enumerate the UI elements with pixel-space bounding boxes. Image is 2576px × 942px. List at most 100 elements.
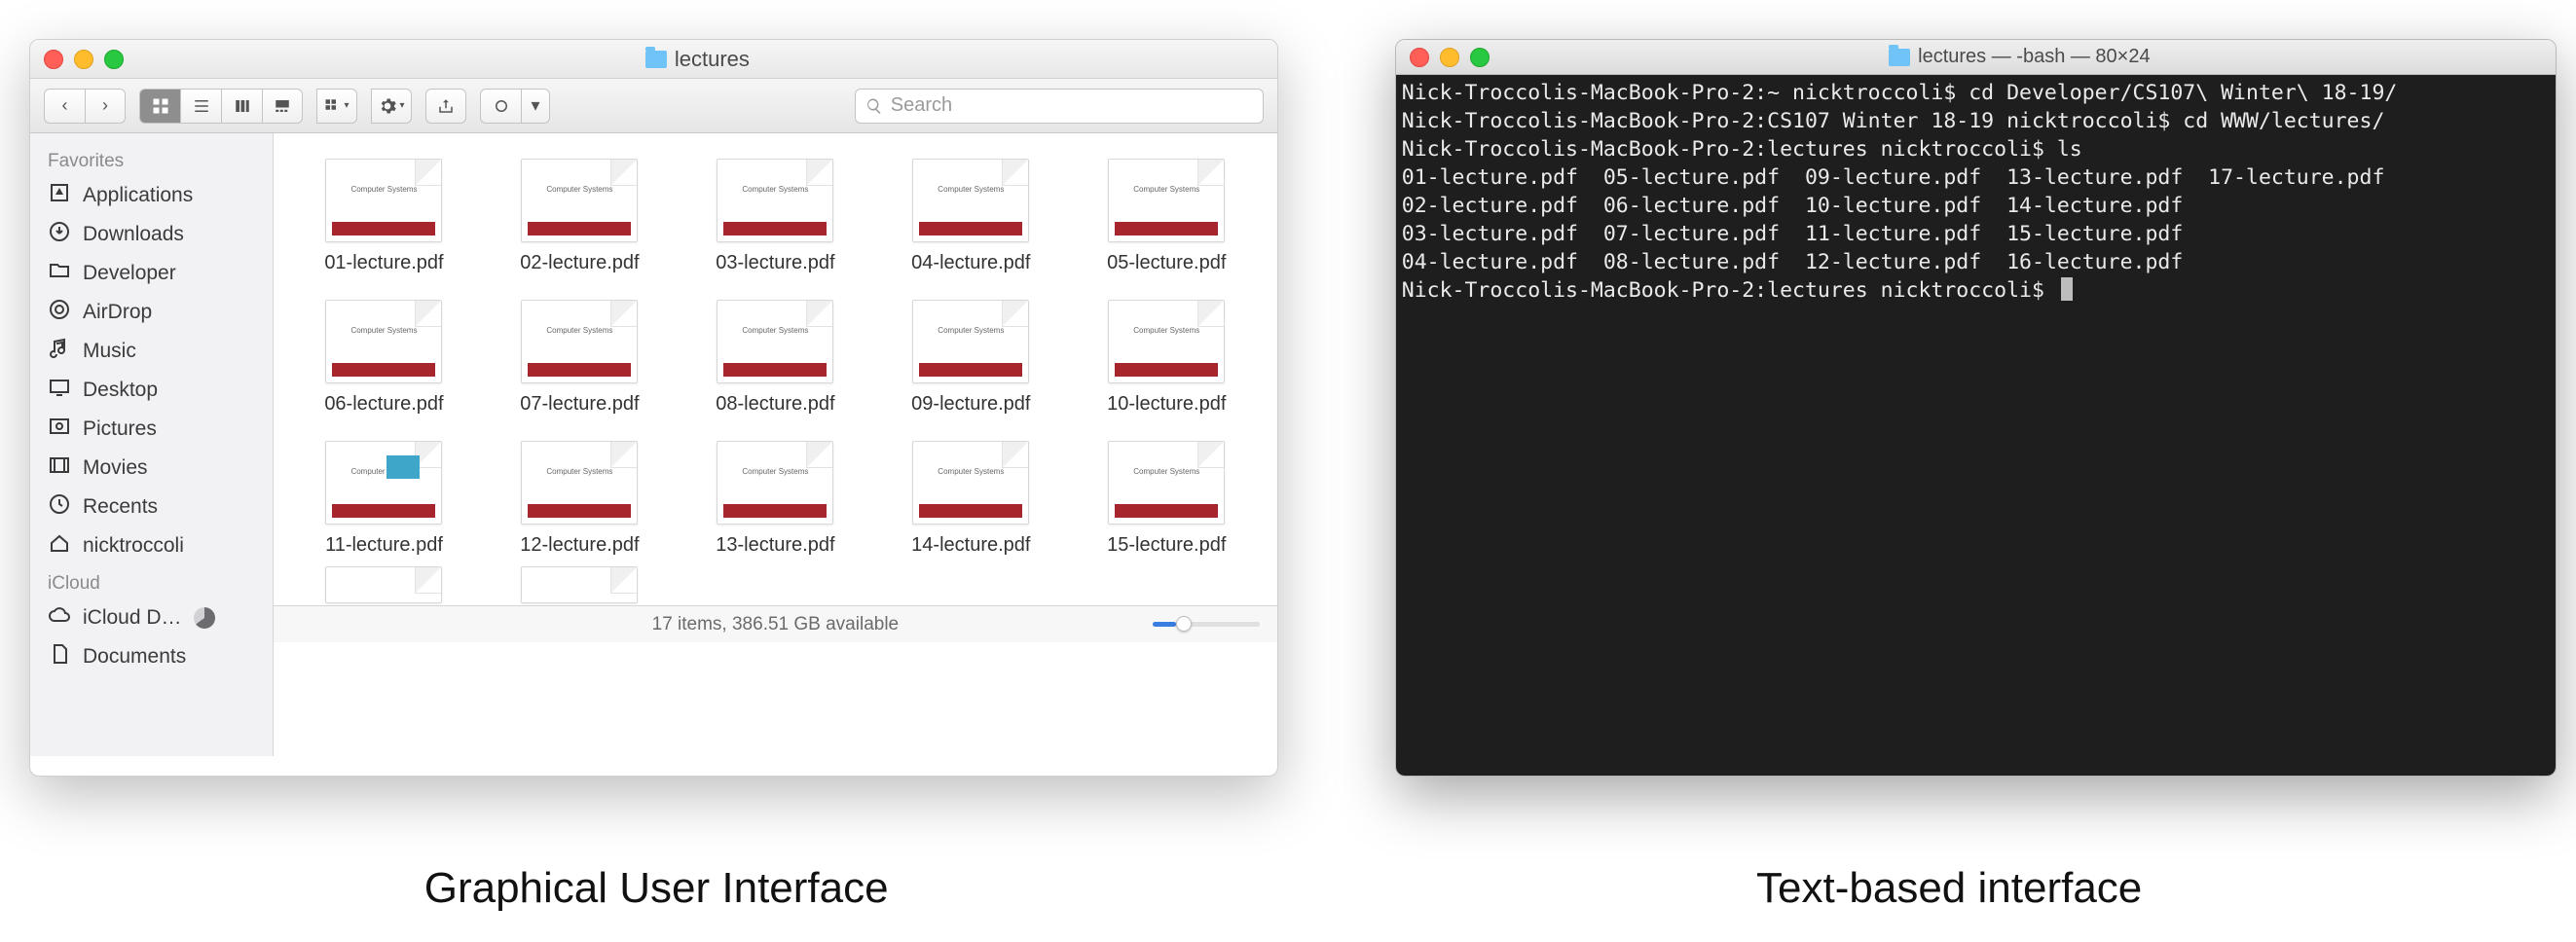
pdf-thumbnail-icon: Computer Systems <box>717 159 833 242</box>
file-item[interactable]: Computer Systems 13-lecture.pdf <box>694 441 857 557</box>
gear-icon <box>378 96 397 116</box>
file-item[interactable]: Computer Systems05-lecture.pdf <box>1086 159 1248 274</box>
status-bar: 17 items, 386.51 GB available <box>274 605 1277 642</box>
finder-window: lectures ‹ › <box>29 39 1278 777</box>
close-button[interactable] <box>1410 48 1429 67</box>
movies-icon <box>48 453 71 483</box>
caption-right: Text-based interface <box>1756 864 2142 913</box>
file-item[interactable]: Computer Systems06-lecture.pdf <box>303 300 465 416</box>
file-item[interactable]: Computer Systems10-lecture.pdf <box>1086 300 1248 416</box>
file-name: 11-lecture.pdf <box>325 534 443 557</box>
sidebar-item-label: Developer <box>83 262 176 285</box>
file-item[interactable]: Computer Systems 08-lecture.pdf <box>694 300 857 416</box>
pdf-thumbnail-icon: Computer Systems <box>325 441 442 525</box>
search-icon <box>865 97 883 115</box>
pictures-icon <box>48 415 71 444</box>
file-item[interactable]: Computer Systems04-lecture.pdf <box>890 159 1052 274</box>
file-name: 05-lecture.pdf <box>1107 252 1226 274</box>
airdrop-icon <box>48 298 71 327</box>
tags-button[interactable] <box>480 89 521 124</box>
view-column-button[interactable] <box>221 89 262 124</box>
file-name: 09-lecture.pdf <box>911 393 1030 416</box>
view-list-button[interactable] <box>180 89 221 124</box>
file-name: 08-lecture.pdf <box>716 393 834 416</box>
file-name: 13-lecture.pdf <box>716 534 834 557</box>
finder-titlebar: lectures <box>30 40 1277 79</box>
file-item[interactable]: Computer Systems02-lecture.pdf <box>498 159 661 274</box>
cloud-icon <box>48 603 71 633</box>
file-grid-area: Computer Systems01-lecture.pdf Computer S… <box>274 133 1277 756</box>
zoom-button[interactable] <box>1470 48 1490 67</box>
sidebar-item-documents[interactable]: Documents <box>30 637 273 676</box>
back-button[interactable]: ‹ <box>44 89 85 124</box>
file-item[interactable]: Computer Systems12-lecture.pdf <box>498 441 661 557</box>
sidebar-item-nicktroccoli[interactable]: nicktroccoli <box>30 526 273 565</box>
file-item[interactable] <box>303 566 465 605</box>
file-item[interactable]: Computer Systems 09-lecture.pdf <box>890 300 1052 416</box>
sidebar-item-label: Applications <box>83 184 193 207</box>
zoom-button[interactable] <box>104 50 124 69</box>
folder-icon <box>1889 49 1910 66</box>
sidebar-item-desktop[interactable]: Desktop <box>30 371 273 410</box>
file-item[interactable]: Computer Systems15-lecture.pdf <box>1086 441 1248 557</box>
sidebar-item-label: Documents <box>83 645 186 669</box>
dropdown-button[interactable]: ▾ <box>521 89 550 124</box>
pdf-thumbnail-icon: Computer Systems <box>912 159 1029 242</box>
list-icon <box>193 97 210 115</box>
downloads-icon <box>48 220 71 249</box>
caption-left: Graphical User Interface <box>424 864 889 913</box>
status-text: 17 items, 386.51 GB available <box>652 614 900 635</box>
file-item[interactable]: Computer Systems07-lecture.pdf <box>498 300 661 416</box>
music-icon <box>48 337 71 366</box>
pdf-thumbnail-icon: Computer Systems <box>325 300 442 383</box>
view-gallery-button[interactable] <box>262 89 303 124</box>
pdf-thumbnail-icon: Computer Systems <box>521 300 638 383</box>
file-item[interactable]: Computer Systems 14-lecture.pdf <box>890 441 1052 557</box>
pdf-thumbnail-icon: Computer Systems <box>1108 300 1225 383</box>
zoom-slider[interactable] <box>1153 622 1260 627</box>
arrange-button[interactable]: ▾ <box>316 89 357 124</box>
arrange-icon <box>324 97 342 115</box>
file-item[interactable] <box>498 566 661 605</box>
folder-icon <box>48 259 71 288</box>
window-title-text: lectures <box>675 47 750 72</box>
sidebar-heading-icloud: iCloud <box>30 565 273 598</box>
file-item[interactable]: Computer Systems 11-lecture.pdf <box>303 441 465 557</box>
search-field[interactable]: Search <box>855 89 1264 124</box>
terminal-body[interactable]: Nick-Troccolis-MacBook-Pro-2:~ nicktrocc… <box>1396 75 2556 776</box>
action-button[interactable]: ▾ <box>371 89 412 124</box>
file-item[interactable]: Computer Systems 03-lecture.pdf <box>694 159 857 274</box>
view-icon-button[interactable] <box>139 89 180 124</box>
pdf-thumbnail-icon: Computer Systems <box>717 300 833 383</box>
file-name: 14-lecture.pdf <box>911 534 1030 557</box>
folder-icon <box>645 51 667 68</box>
share-button[interactable] <box>425 89 466 124</box>
sidebar-item-recents[interactable]: Recents <box>30 488 273 526</box>
sidebar-item-developer[interactable]: Developer <box>30 254 273 293</box>
sidebar-item-applications[interactable]: Applications <box>30 176 273 215</box>
sidebar-item-label: Pictures <box>83 417 157 441</box>
file-item[interactable]: Computer Systems01-lecture.pdf <box>303 159 465 274</box>
sidebar-item-music[interactable]: Music <box>30 332 273 371</box>
recents-icon <box>48 492 71 522</box>
minimize-button[interactable] <box>74 50 93 69</box>
pdf-thumbnail-icon <box>521 566 638 603</box>
documents-icon <box>48 642 71 671</box>
pdf-thumbnail-icon: Computer Systems <box>717 441 833 525</box>
tag-icon <box>493 97 510 115</box>
sidebar-item-label: Desktop <box>83 379 158 402</box>
close-button[interactable] <box>44 50 63 69</box>
sidebar-item-label: Downloads <box>83 223 184 246</box>
sidebar-item-movies[interactable]: Movies <box>30 449 273 488</box>
terminal-titlebar: lectures — -bash — 80×24 <box>1396 40 2556 75</box>
file-name: 03-lecture.pdf <box>716 252 834 274</box>
sidebar-item-pictures[interactable]: Pictures <box>30 410 273 449</box>
minimize-button[interactable] <box>1440 48 1459 67</box>
sidebar-item-airdrop[interactable]: AirDrop <box>30 293 273 332</box>
file-name: 15-lecture.pdf <box>1107 534 1226 557</box>
pdf-thumbnail-icon: Computer Systems <box>912 441 1029 525</box>
pdf-thumbnail-icon: Computer Systems <box>912 300 1029 383</box>
sidebar-item-downloads[interactable]: Downloads <box>30 215 273 254</box>
sidebar-item-icloud-d-[interactable]: iCloud D… <box>30 598 273 637</box>
forward-button[interactable]: › <box>85 89 126 124</box>
